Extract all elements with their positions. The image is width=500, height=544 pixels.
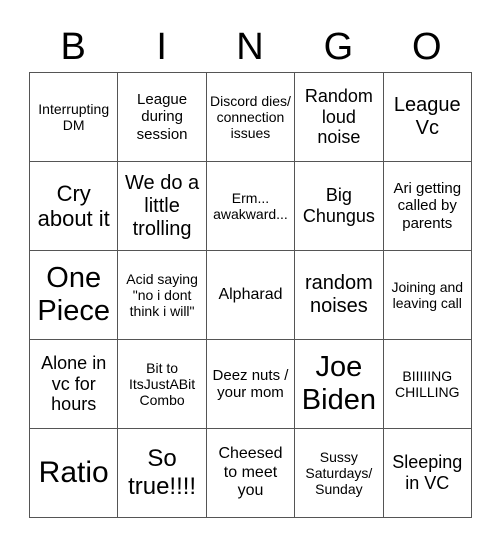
bingo-cell[interactable]: League during session [117, 72, 207, 162]
board-row: One Piece Acid saying "no i dont think i… [28, 250, 473, 340]
bingo-cell[interactable]: Alone in vc for hours [28, 339, 119, 429]
board-row: Ratio So true!!!! Cheesed to meet you Su… [28, 428, 473, 518]
bingo-cell[interactable]: Discord dies/ connection issues [205, 72, 296, 162]
bingo-cell[interactable]: Random loud noise [294, 72, 384, 162]
bingo-cell[interactable]: We do a little trolling [117, 161, 207, 251]
header-letter-b: B [60, 26, 86, 68]
bingo-cell[interactable]: Erm... awakward... [205, 161, 296, 251]
bingo-cell[interactable]: Joining and leaving call [382, 250, 473, 340]
bingo-cell[interactable]: Deez nuts / your mom [205, 339, 296, 429]
bingo-board: Interrupting DM League during session Di… [28, 72, 473, 518]
bingo-cell[interactable]: Big Chungus [294, 161, 384, 251]
bingo-cell[interactable]: Bit to ItsJustABit Combo [117, 339, 207, 429]
bingo-cell[interactable]: League Vc [382, 72, 473, 162]
bingo-cell[interactable]: Ari getting called by parents [382, 161, 473, 251]
header-letter-o: O [412, 26, 442, 68]
bingo-cell[interactable]: Joe Biden [294, 339, 384, 429]
bingo-cell[interactable]: Sleeping in VC [382, 428, 473, 518]
bingo-cell[interactable]: random noises [294, 250, 384, 340]
bingo-cell[interactable]: Cheesed to meet you [205, 428, 296, 518]
bingo-cell[interactable]: BIIIIING CHILLING [382, 339, 473, 429]
bingo-cell[interactable]: Acid saying "no i dont think i will" [117, 250, 207, 340]
board-row: Alone in vc for hours Bit to ItsJustABit… [28, 339, 473, 429]
bingo-cell[interactable]: Alpharad [205, 250, 296, 340]
header-letter-n: N [236, 26, 264, 68]
bingo-cell[interactable]: One Piece [28, 250, 119, 340]
bingo-cell[interactable]: Interrupting DM [28, 72, 119, 162]
bingo-header: B I N G O [29, 22, 471, 72]
bingo-cell[interactable]: Ratio [28, 428, 119, 518]
board-row: Cry about it We do a little trolling Erm… [28, 161, 473, 251]
bingo-cell[interactable]: Sussy Saturdays/ Sunday [294, 428, 384, 518]
bingo-cell[interactable]: So true!!!! [117, 428, 207, 518]
board-row: Interrupting DM League during session Di… [28, 72, 473, 162]
header-letter-g: G [323, 26, 354, 68]
bingo-cell[interactable]: Cry about it [28, 161, 119, 251]
header-letter-i: I [156, 26, 167, 68]
